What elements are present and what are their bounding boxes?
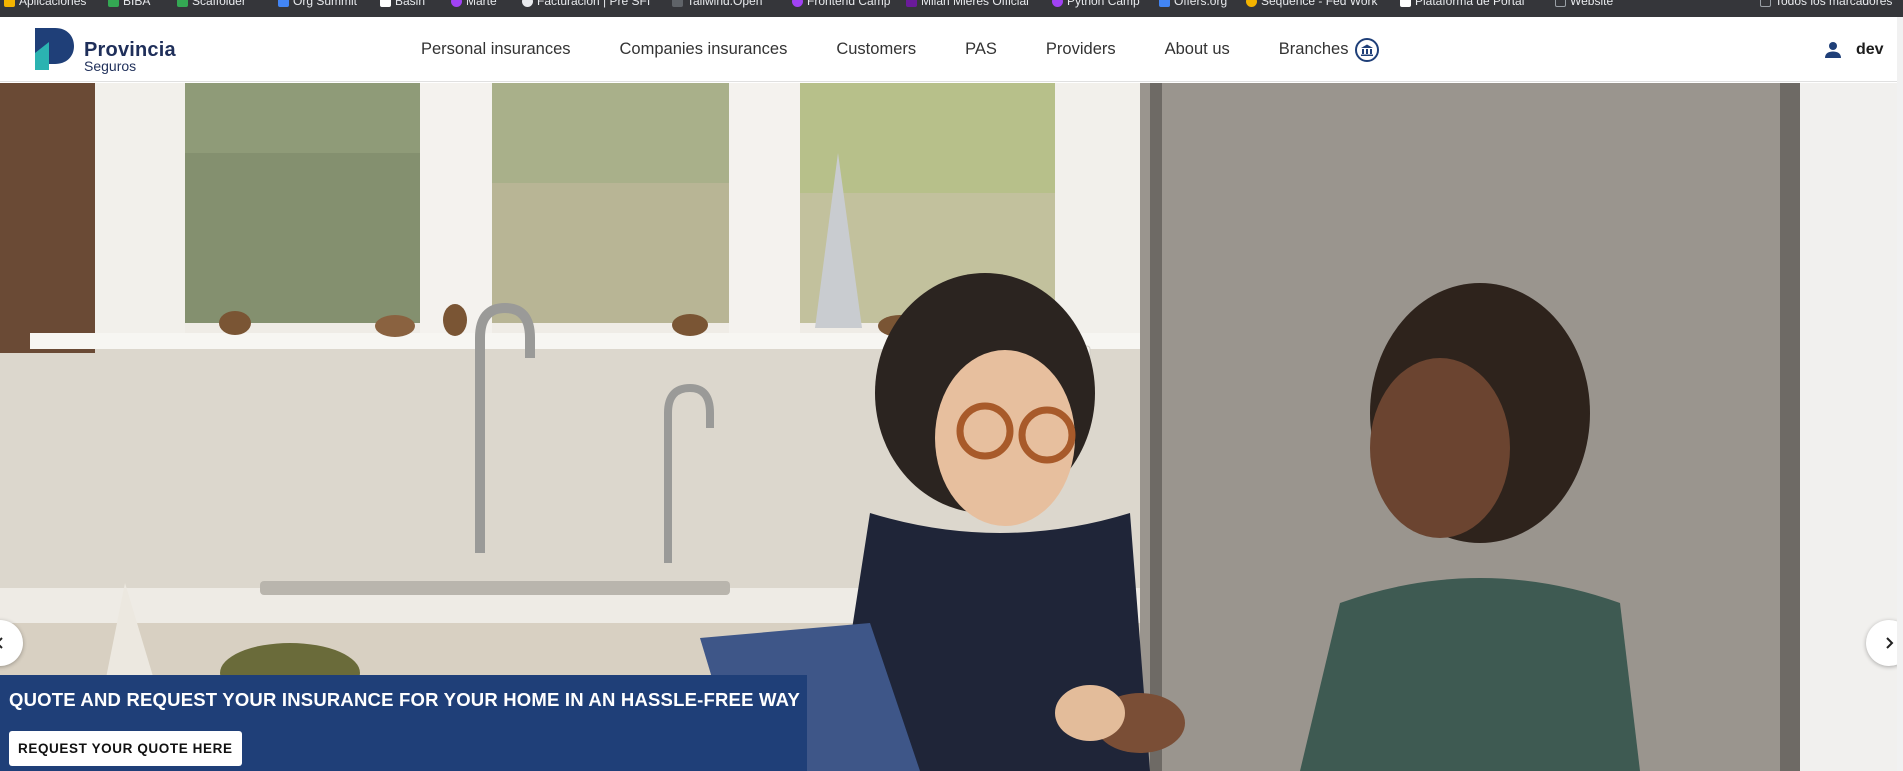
bookmark-favicon-icon <box>278 0 289 7</box>
bookmark-item[interactable]: Facturación | Pre SFI <box>522 0 650 8</box>
building-icon <box>1355 37 1380 62</box>
bookmark-item[interactable]: Frontend Camp <box>792 0 890 8</box>
bookmark-item[interactable]: BIBA <box>108 0 150 8</box>
bookmark-item[interactable]: Aplicaciones <box>4 0 86 8</box>
bookmark-favicon-icon <box>451 0 462 7</box>
bookmark-item[interactable]: Org Summit <box>278 0 357 8</box>
nav-about-us[interactable]: About us <box>1165 40 1230 59</box>
bookmark-favicon-icon <box>177 0 188 7</box>
provincia-seguros-logo[interactable]: Provincia Seguros <box>33 26 193 74</box>
bookmark-item[interactable]: Milan Mieres Official <box>906 0 1029 8</box>
bookmark-item[interactable]: Sequence - Fed Work <box>1246 0 1378 8</box>
bookmark-favicon-icon <box>1400 0 1411 7</box>
bookmark-item[interactable]: Marte <box>451 0 497 8</box>
bookmark-favicon-icon <box>4 0 15 7</box>
bookmark-favicon-icon <box>380 0 391 7</box>
bookmark-favicon-icon <box>1159 0 1170 7</box>
bookmark-item[interactable]: Basin <box>380 0 425 8</box>
hero-promo-panel: QUOTE AND REQUEST YOUR INSURANCE FOR YOU… <box>0 675 807 771</box>
chevron-right-icon <box>1886 637 1894 649</box>
bookmark-item[interactable]: Tailwind.Open <box>672 0 762 8</box>
bookmark-item[interactable]: Scaffolder <box>177 0 246 8</box>
bookmark-item[interactable]: Python Camp <box>1052 0 1140 8</box>
nav-branches[interactable]: Branches <box>1278 37 1380 62</box>
hero-image <box>0 83 1897 771</box>
site-header: Provincia Seguros Personal insurances Co… <box>0 17 1897 82</box>
bookmark-favicon-icon <box>906 0 917 7</box>
main-navigation: Personal insurances Companies insurances… <box>421 17 1428 82</box>
person-icon <box>1825 41 1841 58</box>
provincia-logo-mark-icon <box>35 28 74 70</box>
bookmarks-bar: Aplicaciones BIBA Scaffolder Org Summit … <box>0 0 1903 17</box>
hero-carousel <box>0 83 1897 771</box>
bookmark-favicon-icon <box>522 0 533 7</box>
bookmark-item[interactable]: Plataforma de Portal <box>1400 0 1524 8</box>
bookmark-item[interactable]: Offers.org <box>1159 0 1227 8</box>
user-menu[interactable]: dev <box>1824 17 1884 82</box>
nav-pas[interactable]: PAS <box>965 40 997 59</box>
bookmark-favicon-icon <box>1246 0 1257 7</box>
promo-title: QUOTE AND REQUEST YOUR INSURANCE FOR YOU… <box>9 689 801 710</box>
nav-providers[interactable]: Providers <box>1046 40 1116 59</box>
bookmark-favicon-icon <box>1052 0 1063 7</box>
page: Aplicaciones BIBA Scaffolder Org Summit … <box>0 0 1903 771</box>
request-quote-button[interactable]: REQUEST YOUR QUOTE HERE <box>9 731 242 766</box>
bookmark-favicon-icon <box>672 0 683 7</box>
bookmark-favicon-icon <box>1760 0 1771 7</box>
user-name: dev <box>1856 40 1884 58</box>
page-scrollbar[interactable] <box>1897 17 1903 771</box>
bookmark-favicon-icon <box>792 0 803 7</box>
bookmark-favicon-icon <box>1555 0 1566 7</box>
chevron-left-icon <box>0 637 3 649</box>
brand-subtitle: Seguros <box>84 58 137 74</box>
nav-personal-insurances[interactable]: Personal insurances <box>421 40 571 59</box>
nav-customers[interactable]: Customers <box>836 40 916 59</box>
nav-companies-insurances[interactable]: Companies insurances <box>620 40 788 59</box>
bookmark-item[interactable]: Todos los marcadores <box>1760 0 1892 8</box>
nav-branches-label: Branches <box>1278 40 1349 58</box>
bookmark-item[interactable]: Website <box>1555 0 1613 8</box>
bookmark-favicon-icon <box>108 0 119 7</box>
